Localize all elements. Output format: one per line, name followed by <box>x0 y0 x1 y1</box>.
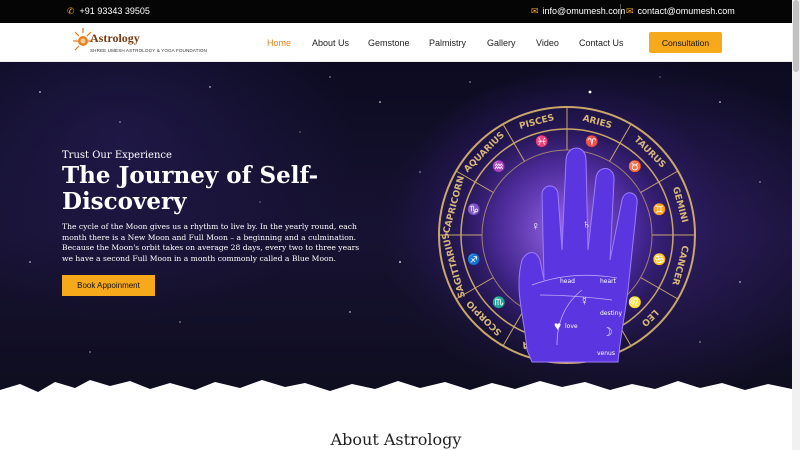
book-appointment-button[interactable]: Book Appoinment <box>62 275 155 296</box>
email-contact-link[interactable]: contact@omumesh.com <box>638 6 735 16</box>
page-scrollbar[interactable] <box>792 0 800 450</box>
zodiac-glyph-icon: ♏ <box>492 296 506 309</box>
hero-banner: Trust Our Experience The Journey of Self… <box>0 62 792 402</box>
hero-kicker: Trust Our Experience <box>62 150 172 161</box>
zodiac-glyph-icon: ♊ <box>653 203 667 216</box>
hero-paragraph: The cycle of the Moon gives us a rhythm … <box>62 222 360 263</box>
hero-headline: The Journey of Self-Discovery <box>62 162 319 215</box>
nav-gemstone[interactable]: Gemstone <box>368 38 410 48</box>
palm-word-heart: heart <box>600 278 617 285</box>
email-contact-info[interactable]: ✉ info@omumesh.com <box>531 6 625 16</box>
phone-icon: ✆ <box>67 5 75 16</box>
phone-contact[interactable]: ✆ +91 93343 39505 <box>67 6 150 16</box>
nav-gallery[interactable]: Gallery <box>487 38 516 48</box>
topbar-divider <box>620 4 621 19</box>
nav-about-us[interactable]: About Us <box>312 38 349 48</box>
envelope-icon: ✉ <box>626 5 634 16</box>
palm-word-destiny: destiny <box>600 310 622 317</box>
nav-palmistry[interactable]: Palmistry <box>429 38 466 48</box>
email-info-link[interactable]: info@omumesh.com <box>543 6 626 16</box>
zodiac-glyph-icon: ♓ <box>535 135 549 148</box>
svg-text:☽: ☽ <box>602 325 613 339</box>
top-contact-bar: ✆ +91 93343 39505 ✉ info@omumesh.com ✉ c… <box>0 0 792 23</box>
palm-word-venus: venus <box>597 350 615 357</box>
scrollbar-thumb[interactable] <box>793 0 799 72</box>
nav-video[interactable]: Video <box>536 38 559 48</box>
torn-edge-divider <box>0 380 792 402</box>
consultation-button[interactable]: Consultation <box>649 32 722 53</box>
logo-subtitle: SHREE UMESH ASTROLOGY & YOGA FOUNDATION <box>90 48 207 53</box>
email-contact-contact[interactable]: ✉ contact@omumesh.com <box>626 6 735 16</box>
phone-number[interactable]: +91 93343 39505 <box>80 6 150 16</box>
nav-contact-us[interactable]: Contact Us <box>579 38 624 48</box>
zodiac-glyph-icon: ♌ <box>628 296 642 309</box>
svg-text:♀: ♀ <box>531 219 540 233</box>
palm-word-head: head <box>560 278 575 285</box>
zodiac-glyph-icon: ♈ <box>585 135 599 148</box>
palm-word-love: love <box>565 323 578 330</box>
zodiac-palm-illustration: ARIESTAURUSGEMINICANCERLEOVIRGOLIBRASCOR… <box>438 106 696 364</box>
about-section-title: About Astrology <box>330 430 462 449</box>
svg-text:♥: ♥ <box>554 319 561 333</box>
zodiac-glyph-icon: ♉ <box>628 160 642 173</box>
zodiac-glyph-icon: ♑ <box>467 203 481 216</box>
nav-home[interactable]: Home <box>267 38 291 48</box>
zodiac-glyph-icon: ♋ <box>653 253 667 266</box>
zodiac-glyph-icon: ♒ <box>492 160 506 173</box>
svg-text:♄: ♄ <box>582 217 591 231</box>
site-header: Astrology SHREE UMESH ASTROLOGY & YOGA F… <box>0 23 792 62</box>
logo-title: Astrology <box>90 31 140 45</box>
svg-text:☿: ☿ <box>580 294 589 308</box>
envelope-icon: ✉ <box>531 5 539 16</box>
site-logo[interactable]: Astrology SHREE UMESH ASTROLOGY & YOGA F… <box>72 26 207 59</box>
zodiac-glyph-icon: ♐ <box>467 253 481 266</box>
